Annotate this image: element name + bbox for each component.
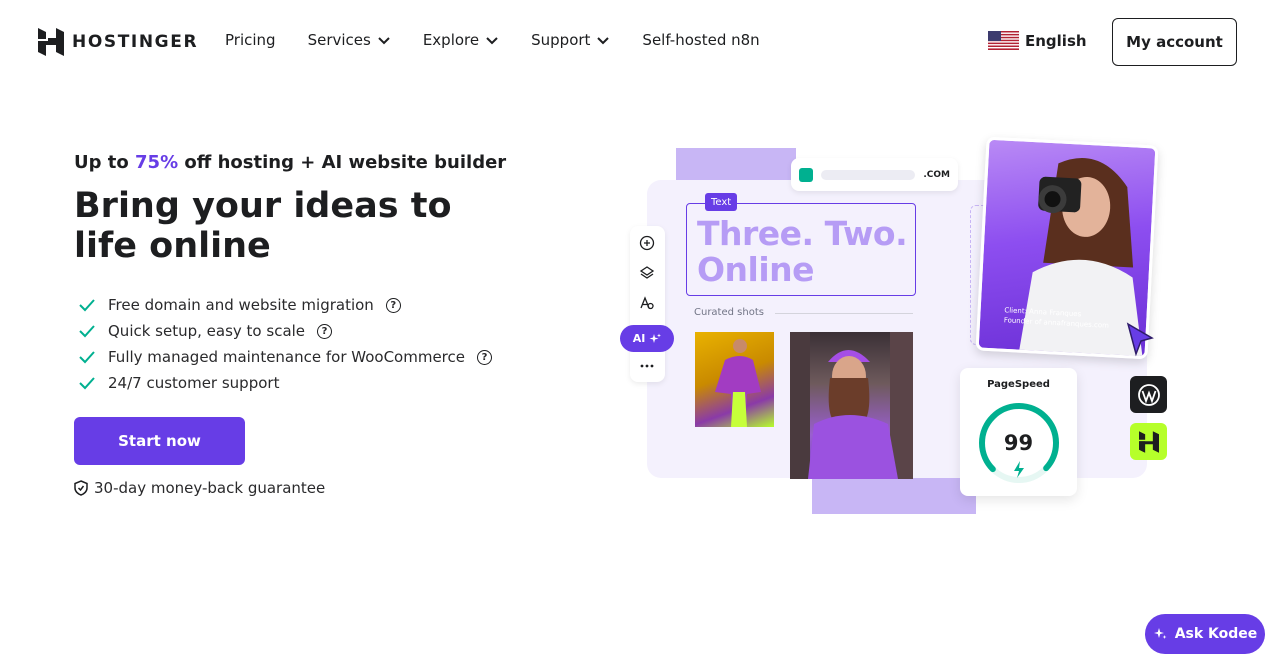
fashion-photo-1 — [695, 332, 774, 427]
more-icon — [640, 364, 654, 368]
promo-prefix: Up to — [74, 152, 136, 173]
lightning-icon — [1014, 461, 1024, 478]
nav-services-label: Services — [307, 31, 371, 49]
hero-title: Bring your ideas to life online — [74, 186, 452, 266]
feature-item: 24/7 customer support — [78, 370, 492, 396]
fashion-figure-1 — [715, 339, 761, 427]
info-icon[interactable]: ? — [385, 297, 401, 313]
promo-suffix: off hosting + AI website builder — [178, 152, 507, 173]
chevron-down-icon — [486, 37, 498, 45]
guarantee-text: 30-day money-back guarantee — [94, 479, 326, 497]
check-icon — [79, 351, 95, 364]
feature-text: Free domain and website migration — [108, 296, 374, 314]
nav-n8n-label: Self-hosted n8n — [642, 31, 760, 49]
main-nav: Pricing Services Explore Support Self-ho… — [225, 31, 792, 49]
hostinger-logo-icon — [38, 28, 64, 56]
check-icon — [79, 299, 95, 312]
nav-n8n[interactable]: Self-hosted n8n — [642, 31, 759, 49]
nav-support[interactable]: Support — [531, 31, 610, 49]
info-icon[interactable]: ? — [317, 323, 333, 339]
builder-toolbar — [630, 226, 665, 382]
chevron-down-icon — [378, 37, 390, 45]
promo-line: Up to 75% off hosting + AI website build… — [74, 152, 506, 173]
headline-line-2: Online — [697, 250, 815, 289]
ask-kodee-button[interactable]: Ask Kodee — [1145, 614, 1265, 654]
add-icon — [639, 235, 655, 251]
fashion-photo-2 — [790, 332, 913, 479]
feature-item: Free domain and website migration ? — [78, 292, 492, 318]
nav-explore[interactable]: Explore — [423, 31, 499, 49]
us-flag-icon — [988, 31, 1019, 50]
nav-support-label: Support — [531, 31, 591, 49]
site-header: HOSTINGER Pricing Services Explore Suppo… — [0, 0, 1276, 84]
promo-discount: 75% — [135, 152, 179, 173]
ask-kodee-label: Ask Kodee — [1174, 626, 1258, 642]
chevron-down-icon — [597, 37, 610, 45]
cursor-icon — [1126, 322, 1154, 357]
sparkle-icon — [1153, 628, 1167, 639]
feature-item: Quick setup, easy to scale ? — [78, 318, 492, 344]
pagespeed-card: PageSpeed 99 — [960, 368, 1077, 496]
sparkle-icon — [649, 333, 662, 343]
layers-icon — [639, 266, 655, 279]
hostinger-builder-icon — [1130, 423, 1167, 460]
feature-text: Fully managed maintenance for WooCommerc… — [108, 348, 465, 366]
ai-label: AI — [632, 332, 646, 345]
url-bar: .COM — [791, 158, 958, 191]
shield-check-icon — [74, 480, 88, 496]
pagespeed-score: 99 — [1003, 431, 1034, 455]
decor-strip-top — [676, 148, 796, 182]
guarantee-note: 30-day money-back guarantee — [74, 479, 325, 497]
pagespeed-title: PageSpeed — [987, 379, 1050, 390]
check-icon — [79, 377, 95, 390]
nav-pricing[interactable]: Pricing — [225, 31, 276, 49]
lock-icon — [799, 167, 813, 182]
font-style-icon — [640, 296, 654, 310]
check-icon — [79, 325, 95, 338]
hostinger-logo[interactable]: HOSTINGER — [38, 28, 198, 56]
decor-strip-bottom — [812, 478, 976, 514]
nav-services[interactable]: Services — [308, 31, 391, 49]
fashion-figure-2 — [790, 332, 913, 479]
my-account-button[interactable]: My account — [1112, 18, 1237, 66]
url-tld: .COM — [923, 169, 950, 180]
feature-text: Quick setup, easy to scale — [108, 322, 306, 340]
logo-text: HOSTINGER — [72, 32, 199, 52]
builder-headline: Three. Two. Online — [697, 214, 908, 289]
ai-button: AI — [620, 325, 674, 352]
url-placeholder — [821, 169, 916, 180]
language-selector[interactable]: English — [988, 31, 1087, 50]
nav-explore-label: Explore — [422, 31, 480, 49]
divider — [775, 313, 913, 314]
info-icon[interactable]: ? — [477, 349, 492, 365]
feature-list: Free domain and website migration ? Quic… — [78, 292, 492, 396]
nav-pricing-label: Pricing — [225, 31, 276, 49]
start-now-button[interactable]: Start now — [74, 417, 245, 465]
feature-item: Fully managed maintenance for WooCommerc… — [78, 344, 492, 370]
text-block-tag: Text — [705, 193, 738, 211]
wordpress-icon — [1130, 376, 1167, 413]
headline-line-1: Three. Two. — [697, 214, 908, 253]
language-label: English — [1025, 31, 1087, 50]
feature-text: 24/7 customer support — [108, 374, 280, 392]
curated-label: Curated shots — [694, 307, 764, 318]
